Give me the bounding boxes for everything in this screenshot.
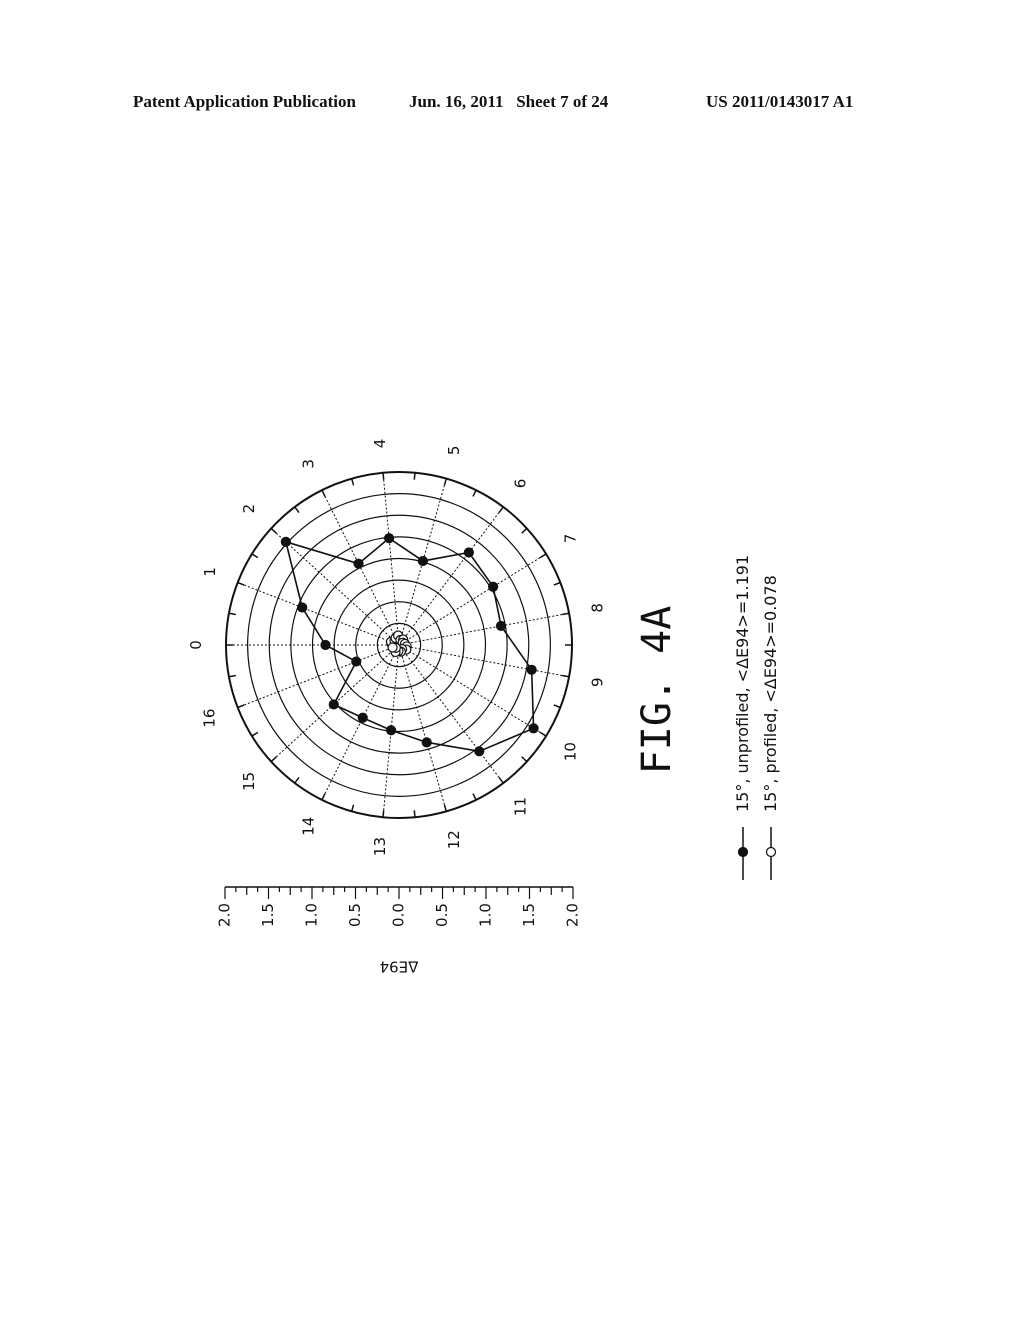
outer-tick: [443, 478, 448, 486]
outer-tick: [251, 553, 259, 559]
legend-label: 15°, unprofiled, <ΔE94>=1.191: [733, 555, 752, 812]
outer-tick: [382, 810, 385, 818]
scale-tick-label: 1.5: [259, 903, 277, 927]
data-point-unprofiled: [495, 620, 507, 632]
radial-axis-label: ΔE94: [380, 958, 419, 976]
outer-tick: [562, 674, 570, 678]
data-point-unprofiled: [357, 712, 368, 723]
outer-tick: [539, 553, 547, 559]
legend: 15°, unprofiled, <ΔE94>=1.191 15°, profil…: [733, 555, 780, 880]
data-point-unprofiled: [528, 723, 539, 734]
data-point-unprofiled: [353, 558, 364, 569]
angular-label: 7: [562, 534, 580, 544]
data-point-unprofiled: [280, 536, 291, 547]
outer-tick: [350, 804, 355, 812]
scale-tick-label: 0.5: [433, 903, 451, 927]
outer-tick: [413, 810, 416, 818]
outer-tick: [237, 581, 245, 586]
outer-tick: [321, 489, 326, 497]
data-point-unprofiled: [463, 547, 474, 558]
angular-label: 1: [201, 567, 219, 577]
angular-label: 12: [445, 830, 463, 849]
angular-label: 14: [299, 817, 317, 836]
outer-tick: [413, 472, 416, 480]
scale-tick-label: 1.5: [520, 903, 538, 927]
outer-tick: [228, 674, 236, 678]
angular-label: 9: [588, 677, 606, 687]
data-point-unprofiled: [474, 746, 485, 757]
outer-tick: [251, 731, 259, 737]
outer-tick: [228, 612, 236, 616]
scale-tick-label: 1.0: [477, 903, 495, 927]
scale-tick-label: 2.0: [216, 903, 234, 927]
outer-tick: [270, 756, 277, 763]
angular-label: 8: [588, 603, 606, 613]
outer-tick: [498, 777, 504, 784]
data-point-unprofiled: [417, 555, 429, 567]
figure-label: FIG. 4A: [634, 606, 680, 775]
outer-tick: [321, 793, 326, 801]
outer-tick: [562, 612, 570, 616]
angular-label: 6: [511, 479, 529, 489]
outer-tick: [270, 527, 277, 534]
polar-chart: 012345678910111213141516 2.0 1.5 1.0 0.5 0.0…: [187, 439, 780, 976]
angular-label: 16: [201, 709, 219, 728]
outer-tick: [498, 506, 504, 513]
outer-tick: [443, 804, 448, 812]
data-point-unprofiled: [320, 639, 331, 651]
data-point-unprofiled: [488, 581, 499, 592]
outer-tick: [294, 506, 300, 513]
angular-label: 3: [299, 459, 317, 469]
data-point-unprofiled: [384, 533, 395, 544]
angular-label: 13: [371, 837, 389, 856]
outer-tick: [521, 527, 528, 534]
data-point-unprofiled: [421, 737, 432, 748]
data-point-profiled: [387, 642, 398, 653]
scale-tick-label: 0.5: [346, 903, 364, 927]
radial-scale-bar: 2.0 1.5 1.0 0.5 0.0 0.5 1.0 1.5 2.0 ΔE94: [216, 886, 582, 976]
outer-tick: [472, 489, 477, 497]
data-point-unprofiled: [385, 725, 397, 736]
outer-tick: [472, 793, 477, 801]
legend-label: 15°, profiled, <ΔE94>=0.078: [761, 575, 780, 812]
angular-label: 10: [562, 742, 580, 761]
data-point-unprofiled: [351, 656, 362, 667]
outer-tick: [237, 704, 245, 709]
angular-label: 15: [240, 772, 258, 791]
angular-label: 0: [187, 640, 205, 650]
data-point-unprofiled: [297, 602, 308, 613]
scale-tick-label: 0.0: [390, 903, 408, 927]
outer-tick: [539, 731, 547, 737]
outer-tick: [553, 704, 561, 709]
legend-marker: [765, 846, 777, 858]
data-point-unprofiled: [526, 664, 537, 675]
angular-label: 2: [240, 504, 258, 514]
outer-tick: [521, 756, 528, 763]
angular-label: 11: [511, 797, 529, 816]
legend-marker: [737, 846, 749, 858]
outer-tick: [382, 472, 385, 480]
angular-label: 4: [371, 439, 389, 449]
scale-tick-label: 1.0: [303, 903, 321, 927]
outer-tick: [350, 478, 355, 486]
data-point-unprofiled: [328, 699, 339, 710]
scale-tick-label: 2.0: [564, 903, 582, 927]
outer-tick: [553, 581, 561, 586]
data-series: [280, 533, 539, 757]
outer-tick: [294, 777, 300, 784]
angular-label: 5: [445, 446, 463, 456]
